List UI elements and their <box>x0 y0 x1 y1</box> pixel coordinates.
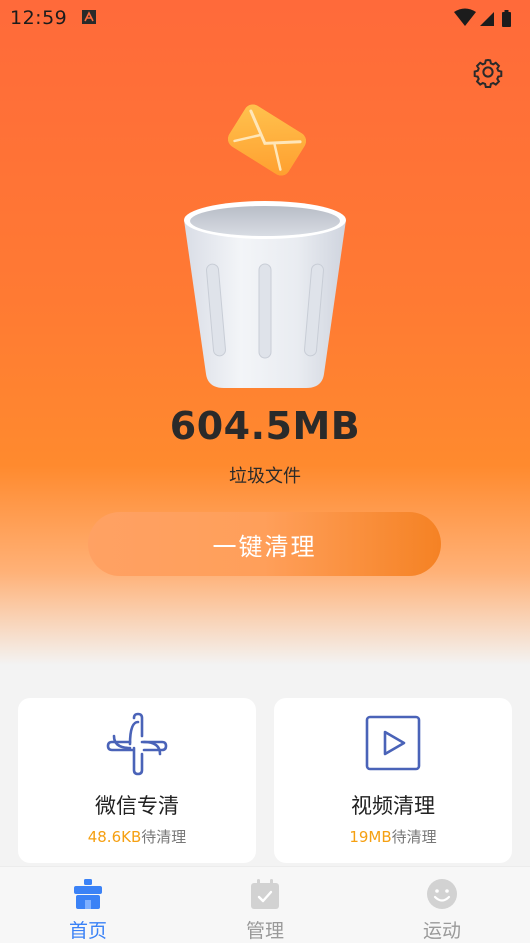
nav-item-sport[interactable]: 运动 <box>354 867 530 943</box>
notification-a-icon <box>82 10 96 24</box>
nav-label-manage: 管理 <box>245 920 284 942</box>
wechat-clean-card[interactable]: 微信专清 48.6KB待清理 <box>18 698 256 863</box>
video-clean-suffix: 待清理 <box>391 828 437 846</box>
nav-item-manage[interactable]: 管理 <box>177 867 353 943</box>
battery-icon <box>502 12 511 27</box>
junk-size-label: 垃圾文件 <box>229 466 301 487</box>
calendar-check-icon <box>251 879 279 909</box>
status-time: 12:59 <box>10 7 68 29</box>
system-status-icons <box>454 8 511 27</box>
video-clean-amount: 19MB <box>349 828 392 846</box>
wechat-clean-title: 微信专清 <box>95 794 179 818</box>
nav-label-sport: 运动 <box>422 920 461 942</box>
video-play-icon <box>365 715 421 771</box>
one-click-clean-button[interactable]: 一键清理 <box>88 512 441 576</box>
wechat-clean-status: 48.6KB待清理 <box>18 826 256 847</box>
bottom-navigation: 首页 管理 运动 <box>0 866 530 943</box>
wechat-clean-icon <box>106 712 168 776</box>
trash-bin-icon <box>184 201 346 388</box>
smiley-icon <box>427 879 457 909</box>
home-icon <box>74 879 102 909</box>
video-clean-status: 19MB待清理 <box>274 826 512 847</box>
signal-icon <box>480 12 494 26</box>
status-bar: 12:59 <box>0 0 530 36</box>
wechat-clean-suffix: 待清理 <box>141 828 187 846</box>
wechat-clean-amount: 48.6KB <box>87 828 142 846</box>
video-clean-card[interactable]: 视频清理 19MB待清理 <box>274 698 512 863</box>
junk-size-value: 604.5MB <box>169 404 361 448</box>
nav-label-home: 首页 <box>68 920 107 942</box>
nav-item-home[interactable]: 首页 <box>0 867 176 943</box>
junk-envelope-icon <box>228 104 306 176</box>
wifi-icon <box>454 8 476 26</box>
settings-gear-icon[interactable] <box>472 56 504 88</box>
video-clean-title: 视频清理 <box>351 794 435 818</box>
